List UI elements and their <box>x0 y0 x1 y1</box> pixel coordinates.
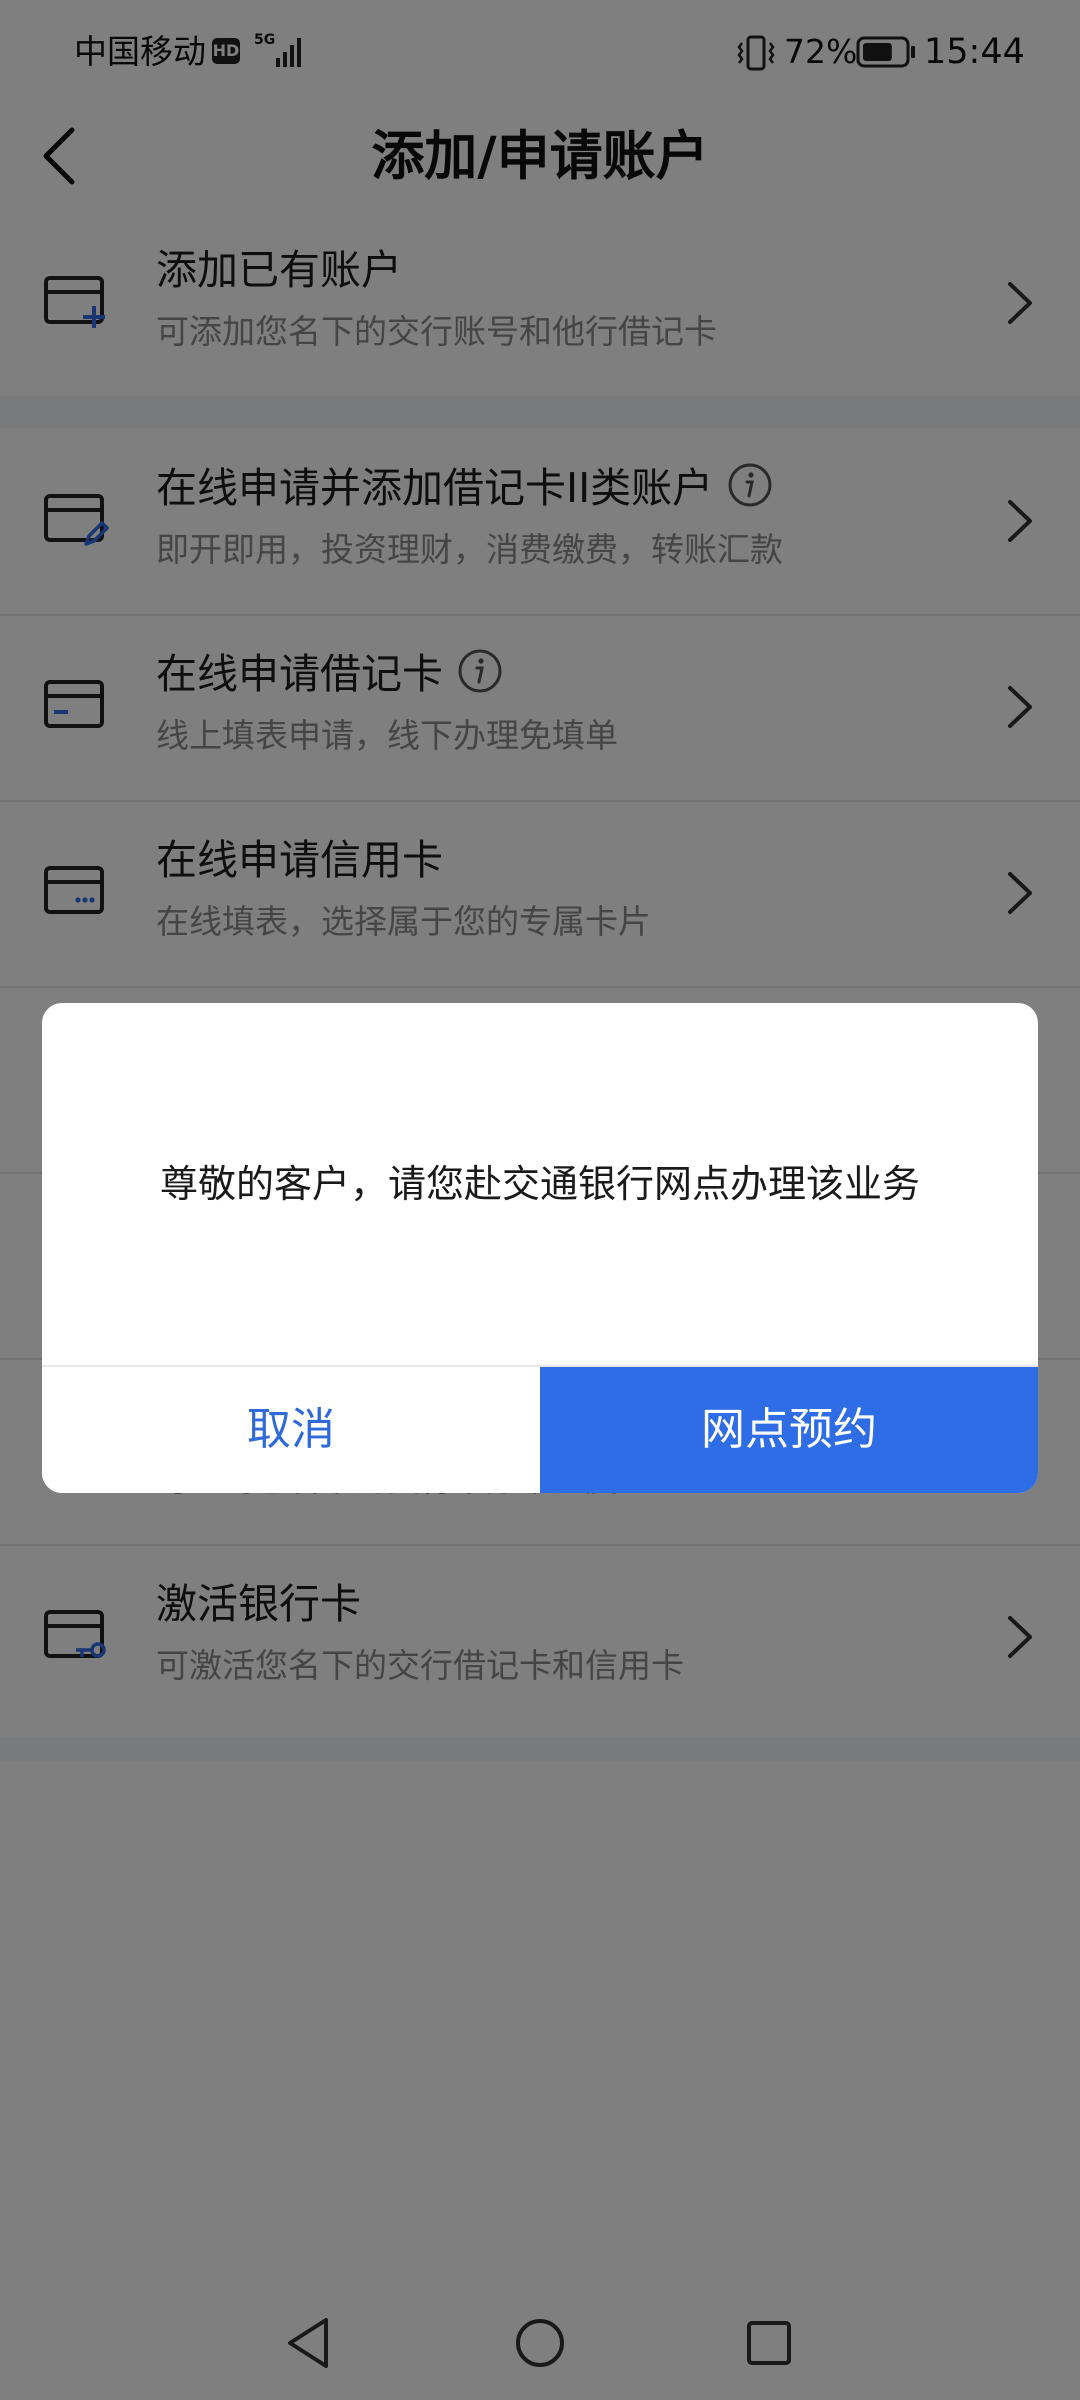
cancel-button[interactable]: 取消 <box>42 1367 540 1493</box>
branch-appointment-button[interactable]: 网点预约 <box>540 1367 1038 1493</box>
dialog-message: 尊敬的客户，请您赴交通银行网点办理该业务 <box>159 1162 920 1206</box>
branch-notice-dialog: 尊敬的客户，请您赴交通银行网点办理该业务 取消 网点预约 <box>42 1003 1038 1493</box>
